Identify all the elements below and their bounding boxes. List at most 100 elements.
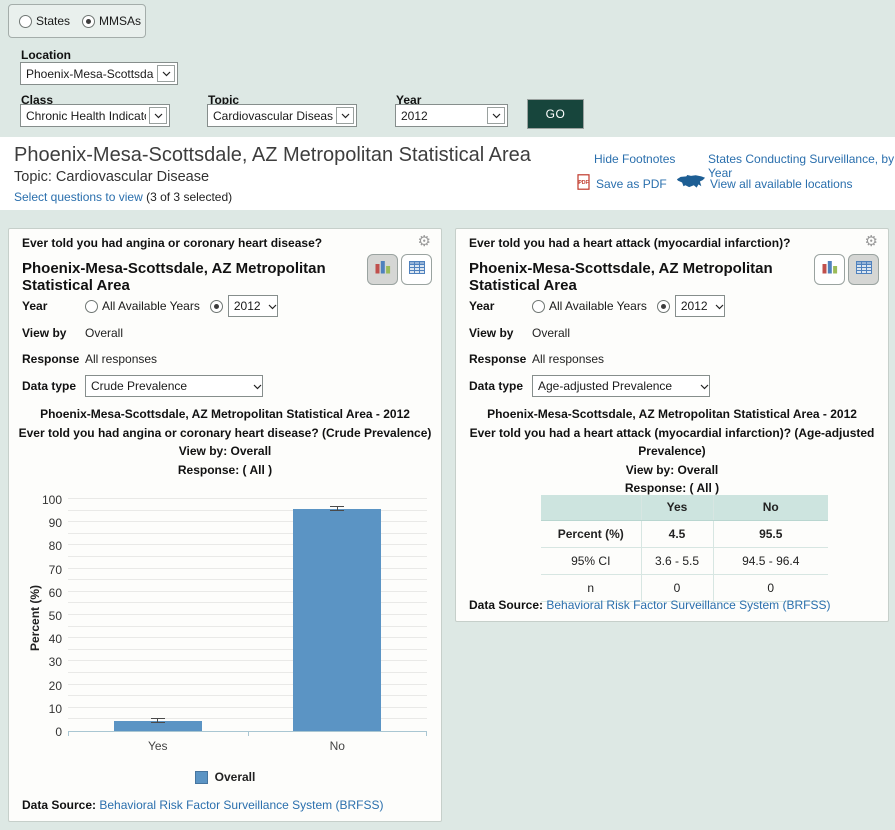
table-corner-cell bbox=[541, 495, 641, 520]
class-select[interactable]: Chronic Health Indicators bbox=[20, 104, 170, 127]
location-label: Location bbox=[21, 48, 71, 62]
settings-gear-icon[interactable]: ⚙ bbox=[865, 234, 878, 249]
table-col-yes: Yes bbox=[641, 495, 713, 520]
mmsas-radio[interactable] bbox=[82, 15, 95, 28]
chart-title: Phoenix-Mesa-Scottsdale, AZ Metropolitan… bbox=[9, 405, 441, 424]
panel-area-title: Phoenix-Mesa-Scottsdale, AZ Metropolitan… bbox=[469, 260, 814, 294]
topic-select[interactable]: Cardiovascular Disease bbox=[207, 104, 357, 127]
chevron-down-icon bbox=[253, 379, 262, 393]
select-questions-line: Select questions to view (3 of 3 selecte… bbox=[14, 190, 232, 204]
svg-text:PDF: PDF bbox=[578, 180, 588, 186]
response-control-row: Response All responses bbox=[22, 352, 431, 366]
y-tick-label: 80 bbox=[26, 539, 62, 553]
brfss-link[interactable]: Behavioral Risk Factor Surveillance Syst… bbox=[546, 598, 830, 612]
chart-view-button[interactable] bbox=[367, 254, 398, 285]
chevron-down-icon bbox=[715, 299, 724, 313]
error-bar-cap bbox=[330, 510, 344, 511]
y-tick-label: 50 bbox=[26, 609, 62, 623]
y-tick-label: 10 bbox=[26, 702, 62, 716]
datatype-control-row: Data type Age-adjusted Prevalence bbox=[469, 375, 878, 397]
single-year-radio[interactable] bbox=[210, 300, 223, 313]
table-row-n: n 0 0 bbox=[541, 574, 828, 601]
chart-response-line: Response: ( All ) bbox=[9, 461, 441, 480]
plot-area: 0102030405060708090100YesNo bbox=[68, 499, 427, 732]
mmsas-radio-label: MMSAs bbox=[99, 14, 141, 28]
chevron-down-icon bbox=[149, 107, 167, 124]
viewby-control-row: View by Overall bbox=[22, 326, 431, 340]
page-title: Phoenix-Mesa-Scottsdale, AZ Metropolitan… bbox=[14, 144, 531, 167]
bar-no bbox=[293, 509, 381, 731]
states-surveillance-link[interactable]: States Conducting Surveillance, by Year bbox=[708, 152, 895, 180]
chevron-down-icon bbox=[487, 107, 505, 124]
y-tick-label: 30 bbox=[26, 655, 62, 669]
chart-title-block: Phoenix-Mesa-Scottsdale, AZ Metropolitan… bbox=[9, 405, 441, 479]
question-panel-angina: Ever told you had angina or coronary hea… bbox=[8, 228, 442, 822]
gridline bbox=[68, 498, 427, 499]
states-radio-label: States bbox=[36, 14, 70, 28]
category-tick bbox=[248, 731, 249, 736]
y-tick-label: 70 bbox=[26, 563, 62, 577]
chart-legend: Overall bbox=[9, 770, 441, 784]
mode-option-states[interactable]: States bbox=[19, 14, 70, 28]
legend-swatch bbox=[195, 771, 208, 784]
year-control-row: Year All Available Years 2012 bbox=[22, 295, 431, 317]
chart-subtitle: Ever told you had angina or coronary hea… bbox=[9, 424, 441, 443]
datatype-select[interactable]: Age-adjusted Prevalence bbox=[532, 375, 710, 397]
settings-gear-icon[interactable]: ⚙ bbox=[418, 234, 431, 249]
page: States MMSAs Location Phoenix-Mesa-Scott… bbox=[0, 0, 895, 830]
bar-chart-icon bbox=[375, 260, 391, 279]
error-bar-cap bbox=[151, 722, 165, 723]
y-tick-label: 90 bbox=[26, 516, 62, 530]
mode-option-mmsas[interactable]: MMSAs bbox=[82, 14, 141, 28]
y-tick-label: 0 bbox=[26, 725, 62, 739]
x-category-label: No bbox=[248, 739, 428, 753]
select-questions-link[interactable]: Select questions to view bbox=[14, 190, 143, 204]
category-tick bbox=[426, 731, 427, 736]
table-subtitle: Ever told you had a heart attack (myocar… bbox=[456, 424, 888, 461]
error-bar-cap bbox=[330, 506, 344, 507]
data-source-line: Data Source: Behavioral Risk Factor Surv… bbox=[469, 598, 830, 612]
table-title-block: Phoenix-Mesa-Scottsdale, AZ Metropolitan… bbox=[456, 405, 888, 498]
filter-bar: States MMSAs Location Phoenix-Mesa-Scott… bbox=[0, 0, 895, 137]
all-years-radio[interactable] bbox=[532, 300, 545, 313]
single-year-radio[interactable] bbox=[657, 300, 670, 313]
panel-area-title: Phoenix-Mesa-Scottsdale, AZ Metropolitan… bbox=[22, 260, 367, 294]
year-select[interactable]: 2012 bbox=[395, 104, 508, 127]
view-locations-link[interactable]: View all available locations bbox=[710, 177, 853, 191]
datatype-select[interactable]: Crude Prevalence bbox=[85, 375, 263, 397]
topic-subtitle: Topic: Cardiovascular Disease bbox=[14, 169, 209, 185]
chevron-down-icon bbox=[336, 107, 354, 124]
x-category-label: Yes bbox=[68, 739, 248, 753]
chart-view-button[interactable] bbox=[814, 254, 845, 285]
table-viewby-line: View by: Overall bbox=[456, 461, 888, 480]
viewby-control-row: View by Overall bbox=[469, 326, 878, 340]
question-text: Ever told you had a heart attack (myocar… bbox=[469, 236, 840, 250]
save-pdf-link[interactable]: Save as PDF bbox=[596, 177, 667, 191]
data-source-line: Data Source: Behavioral Risk Factor Surv… bbox=[22, 798, 383, 812]
year-control-row: Year All Available Years 2012 bbox=[469, 295, 878, 317]
table-view-button[interactable] bbox=[401, 254, 432, 285]
table-view-button[interactable] bbox=[848, 254, 879, 285]
page-header: Phoenix-Mesa-Scottsdale, AZ Metropolitan… bbox=[0, 137, 895, 210]
hide-footnotes-link[interactable]: Hide Footnotes bbox=[594, 152, 675, 166]
panel-year-select[interactable]: 2012 bbox=[675, 295, 725, 317]
y-tick-label: 40 bbox=[26, 632, 62, 646]
y-tick-label: 20 bbox=[26, 679, 62, 693]
table-header-row: Yes No bbox=[541, 495, 828, 520]
brfss-link[interactable]: Behavioral Risk Factor Surveillance Syst… bbox=[99, 798, 383, 812]
table-title: Phoenix-Mesa-Scottsdale, AZ Metropolitan… bbox=[456, 405, 888, 424]
go-button[interactable]: GO bbox=[527, 99, 584, 129]
pdf-icon: PDF bbox=[577, 174, 590, 193]
prevalence-table: Yes No Percent (%) 4.5 95.5 95% CI 3.6 -… bbox=[541, 495, 828, 602]
all-years-radio[interactable] bbox=[85, 300, 98, 313]
mode-radio-group: States MMSAs bbox=[8, 4, 146, 38]
location-select[interactable]: Phoenix-Mesa-Scottsdale, AZ bbox=[20, 62, 178, 85]
category-tick bbox=[68, 731, 69, 736]
question-panel-heart-attack: Ever told you had a heart attack (myocar… bbox=[455, 228, 889, 622]
error-bar-cap bbox=[151, 718, 165, 719]
select-questions-count: (3 of 3 selected) bbox=[143, 190, 232, 204]
states-radio[interactable] bbox=[19, 15, 32, 28]
chevron-down-icon bbox=[268, 299, 277, 313]
panel-year-select[interactable]: 2012 bbox=[228, 295, 278, 317]
legend-label: Overall bbox=[215, 770, 256, 784]
